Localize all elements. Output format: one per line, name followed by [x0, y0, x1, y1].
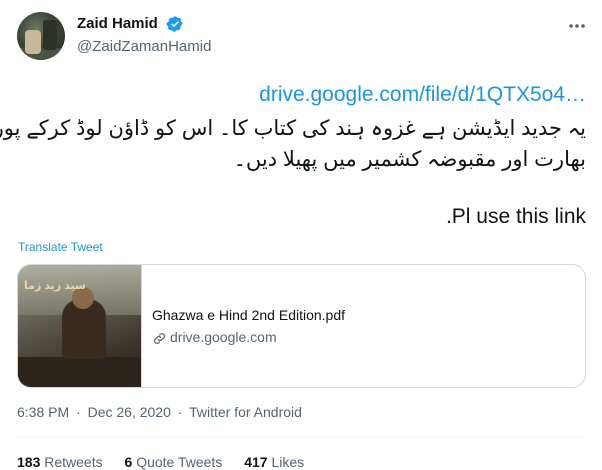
author-display-name[interactable]: Zaid Hamid — [77, 15, 158, 32]
quotes-label: Quote Tweets — [136, 454, 223, 470]
engagement-stats: 183 Retweets 6 Quote Tweets 417 Likes — [17, 454, 322, 470]
meta-separator: · — [76, 404, 81, 420]
quote-tweets-stat[interactable]: 6 Quote Tweets — [125, 454, 223, 470]
link-icon — [154, 333, 165, 344]
likes-stat[interactable]: 417 Likes — [244, 454, 304, 470]
likes-count: 417 — [244, 454, 268, 470]
card-thumbnail: سید زید زما — [18, 265, 142, 387]
tweet-time[interactable]: 6:38 PM — [17, 404, 69, 420]
tweet-source[interactable]: Twitter for Android — [189, 404, 302, 420]
verified-badge-icon — [166, 16, 183, 32]
likes-label: Likes — [271, 454, 305, 470]
retweets-count: 183 — [17, 454, 41, 470]
quotes-count: 6 — [124, 454, 133, 470]
tweet-date[interactable]: Dec 26, 2020 — [88, 404, 171, 420]
meta-separator: · — [177, 404, 183, 420]
tweet-metadata: 6:38 PM · Dec 26, 2020 · Twitter for And… — [17, 404, 302, 420]
retweets-label: Retweets — [44, 454, 103, 470]
link-preview-card[interactable]: سید زید زما Ghazwa e Hind 2nd Edition.pd… — [17, 264, 586, 388]
tweet: Zaid Hamid @ZaidZamanHamid drive.google.… — [0, 0, 602, 470]
retweets-stat[interactable]: 183 Retweets — [17, 454, 103, 470]
more-horizontal-icon[interactable] — [566, 16, 588, 36]
divider — [17, 436, 584, 437]
card-title: Ghazwa e Hind 2nd Edition.pdf — [152, 307, 346, 323]
avatar[interactable] — [17, 12, 65, 60]
tweet-text-line-2: بھارت اور مقبوضہ کشمیر میں پھیلا دیں۔ — [233, 148, 586, 171]
translate-tweet-link[interactable]: Translate Tweet — [18, 240, 103, 254]
tweet-link[interactable]: drive.google.com/file/d/1QTX5o4… — [259, 83, 586, 107]
card-domain: drive.google.com — [170, 329, 277, 345]
author-handle[interactable]: @ZaidZamanHamid — [77, 38, 211, 55]
tweet-text-line-1: یہ جدید ایڈیشن ہے غزوہ ہند کی کتاب کا۔ ا… — [0, 117, 586, 140]
tweet-text-english: .Pl use this link — [445, 205, 586, 228]
card-thumbnail-caption: سید زید زما — [24, 280, 86, 292]
